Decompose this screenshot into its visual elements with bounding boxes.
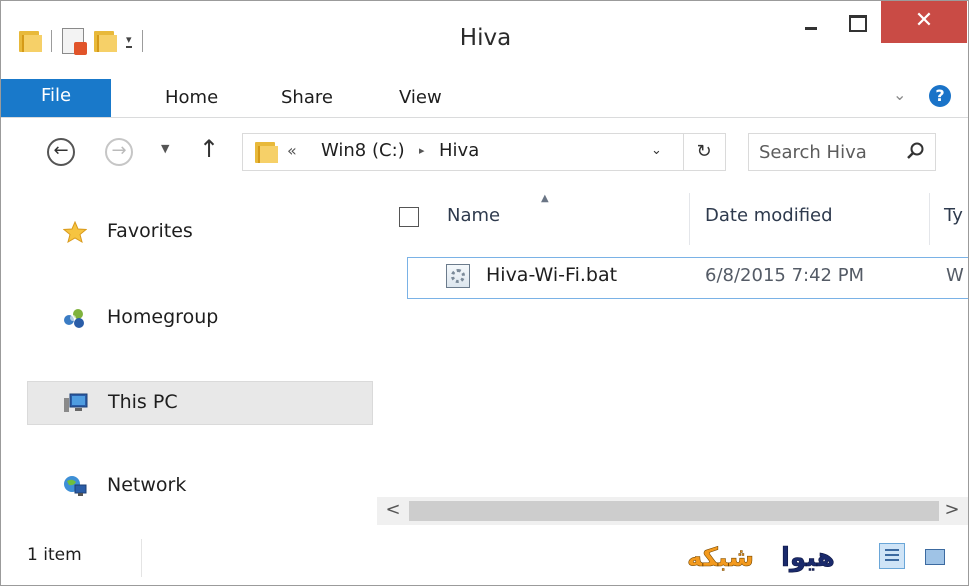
file-list: ▲ Name Date modified Ty Hiva-Wi-Fi.bat 6… [377,185,968,531]
nav-item-network[interactable]: Network [27,465,371,507]
close-icon: ✕ [914,8,934,33]
computer-icon [64,393,88,412]
file-name: Hiva-Wi-Fi.bat [486,264,618,286]
help-icon[interactable]: ? [929,85,951,107]
file-row[interactable]: Hiva-Wi-Fi.bat 6/8/2015 7:42 PM W [407,257,968,299]
column-divider[interactable] [929,193,930,245]
search-input[interactable] [757,139,901,165]
breadcrumb-folder[interactable]: Hiva [439,140,479,161]
close-button[interactable]: ✕ [881,1,967,43]
breadcrumb-drive[interactable]: Win8 (C:) [321,140,405,161]
sort-ascending-icon: ▲ [541,193,549,204]
watermark-orange-text: شبکه [687,543,754,573]
column-header-type[interactable]: Ty [944,205,963,226]
address-bar[interactable]: « Win8 (C:) ▸ Hiva ⌄ [242,133,684,171]
batch-file-icon [446,264,470,288]
scroll-left-icon[interactable]: < [381,499,405,520]
explorer-window: ▾ Hiva ✕ File Home Share View ⌄ ? ← → ▼ … [0,0,969,586]
recent-locations-chevron-icon[interactable]: ▼ [161,142,169,155]
file-date-modified: 6/8/2015 7:42 PM [705,265,865,286]
back-button[interactable]: ← [47,138,75,166]
tab-file[interactable]: File [1,79,111,117]
title-bar[interactable]: ▾ Hiva ✕ [1,1,968,79]
navigation-pane: Favorites Homegroup This PC Network [1,185,375,531]
forward-button[interactable]: → [105,138,133,166]
select-all-checkbox[interactable] [399,207,419,227]
nav-item-label: Homegroup [107,306,219,328]
homegroup-icon [64,309,84,328]
large-icons-view-button[interactable] [921,543,947,569]
maximize-button[interactable] [839,1,879,43]
breadcrumb-overflow[interactable]: « [287,141,297,160]
refresh-button[interactable]: ↻ [683,133,726,171]
column-header-date-modified[interactable]: Date modified [705,205,833,226]
up-button[interactable]: ↑ [199,135,219,163]
column-header-row: ▲ Name Date modified Ty [377,185,968,251]
breadcrumb-separator-icon[interactable]: ▸ [419,144,425,157]
expand-ribbon-chevron-icon[interactable]: ⌄ [893,85,906,104]
item-count: 1 item [27,545,82,565]
file-type: W [946,265,964,286]
large-icons-view-icon [925,549,945,565]
folder-icon [255,141,278,163]
tab-view[interactable]: View [399,79,442,117]
nav-item-homegroup[interactable]: Homegroup [27,297,371,339]
minimize-button[interactable] [781,1,839,43]
nav-item-label: Favorites [107,220,193,242]
ribbon: File Home Share View ⌄ ? [1,79,968,118]
status-bar: 1 item شبکه هیوا [1,531,968,585]
nav-item-this-pc[interactable]: This PC [27,381,373,425]
star-icon [63,221,87,243]
maximize-icon [849,15,867,32]
scroll-right-icon[interactable]: > [940,499,964,520]
column-divider[interactable] [689,193,690,245]
minimize-icon [805,27,817,30]
navigation-bar: ← → ▼ ↑ « Win8 (C:) ▸ Hiva ⌄ ↻ [1,118,968,184]
tab-home[interactable]: Home [165,79,218,117]
watermark-navy-text: هیوا [781,543,835,573]
watermark-logo: شبکه هیوا [687,543,835,574]
search-icon[interactable] [905,140,927,162]
tab-share[interactable]: Share [281,79,333,117]
details-view-button[interactable] [879,543,905,569]
status-divider [141,539,142,577]
scrollbar-thumb[interactable] [409,501,939,521]
address-dropdown-chevron-icon[interactable]: ⌄ [651,143,662,158]
nav-item-label: Network [107,474,187,496]
horizontal-scrollbar[interactable]: < > [377,497,968,525]
search-box[interactable] [748,133,936,171]
column-header-name[interactable]: Name [447,205,500,226]
nav-item-label: This PC [108,391,178,413]
nav-item-favorites[interactable]: Favorites [27,211,371,253]
network-icon [64,476,87,496]
